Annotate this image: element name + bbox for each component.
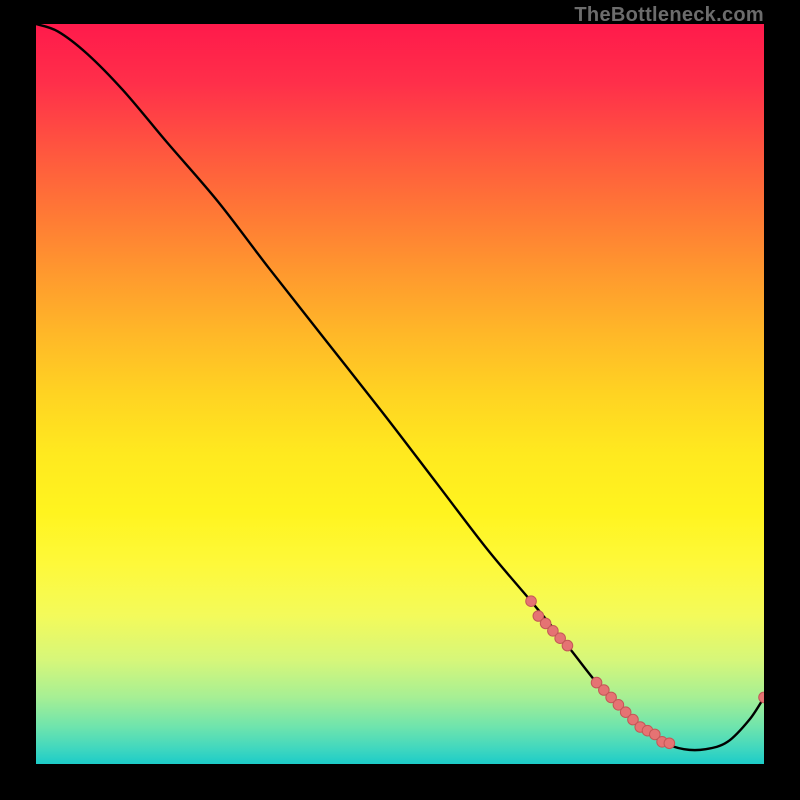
highlight-points <box>526 596 764 749</box>
data-point <box>526 596 537 607</box>
data-point <box>759 692 764 703</box>
curve-svg <box>36 24 764 764</box>
plot-area <box>36 24 764 764</box>
bottleneck-curve <box>36 24 764 750</box>
data-point <box>562 640 573 651</box>
chart-stage: TheBottleneck.com <box>0 0 800 800</box>
data-point <box>664 738 675 749</box>
